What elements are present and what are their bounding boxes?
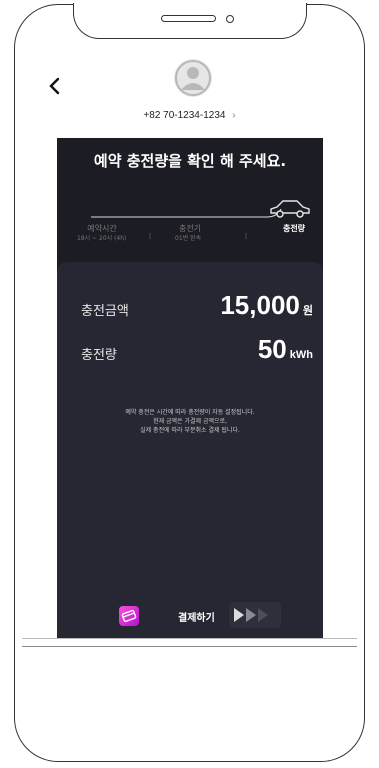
pay-button[interactable]: 결제하기 <box>178 609 215 624</box>
phone-number: +82 70-1234-1234 <box>143 110 226 121</box>
car-icon <box>270 200 310 218</box>
step-progress: 예약시간 18시 ~ 20시 (4h) | 충전기 01번 완속 | 충전량 <box>57 193 323 242</box>
charge-kwh-value: 50 kWh <box>258 334 313 365</box>
call-header: +82 70-1234-1234 › <box>22 55 357 130</box>
charge-amount-number: 15,000 <box>220 290 300 320</box>
step-amount-label[interactable]: 충전량 <box>269 223 319 234</box>
page-title: 예약 충전량을 확인 해 주세요. <box>93 152 287 170</box>
notice-line: 현재 금액은 가결제 금액으로, <box>153 418 227 425</box>
charge-kwh-label: 충전량 <box>81 348 117 363</box>
charge-kwh-number: 50 <box>257 334 287 364</box>
chevron-left-icon[interactable] <box>48 75 62 103</box>
step-divider: | <box>149 233 152 240</box>
step-charger-value: 01번 완속 <box>175 235 202 242</box>
charge-kwh-unit: kWh <box>289 349 313 361</box>
summary-card: 충전금액 15,000 원 충전량 50 kWh 예약 충전은 시간에 따라 충전량… <box>57 262 323 638</box>
notice-line: 예약 충전은 시간에 따라 충전량이 자동 설정됩니다. <box>125 409 255 416</box>
charge-amount-unit: 원 <box>302 305 313 317</box>
triple-chevron-right-icon[interactable] <box>229 602 281 628</box>
divider <box>22 646 357 647</box>
phone-notch <box>73 3 307 39</box>
charge-amount-label: 충전금액 <box>81 304 129 319</box>
app-screen: 예약 충전량을 확인 해 주세요. 예약시간 18시 ~ 20시 (4h) | … <box>57 138 323 638</box>
credit-card-icon <box>119 606 139 626</box>
notice-line: 실제 충전에 따라 부분취소 결제 됩니다. <box>140 427 240 434</box>
payment-bar: 결제하기 <box>57 600 323 638</box>
user-icon[interactable] <box>173 58 213 98</box>
phone-number-link[interactable]: +82 70-1234-1234 › <box>22 110 357 121</box>
step-time-value: 18시 ~ 20시 (4h) <box>77 235 127 242</box>
chevron-right-icon: › <box>232 110 236 121</box>
charge-amount-value: 15,000 원 <box>220 290 313 321</box>
payment-notice: 예약 충전은 시간에 따라 충전량이 자동 설정됩니다. 현재 금액은 가결제 … <box>65 408 315 435</box>
speaker-grille <box>161 15 216 22</box>
step-divider: | <box>245 233 248 240</box>
front-camera <box>226 15 234 23</box>
divider <box>22 638 357 639</box>
